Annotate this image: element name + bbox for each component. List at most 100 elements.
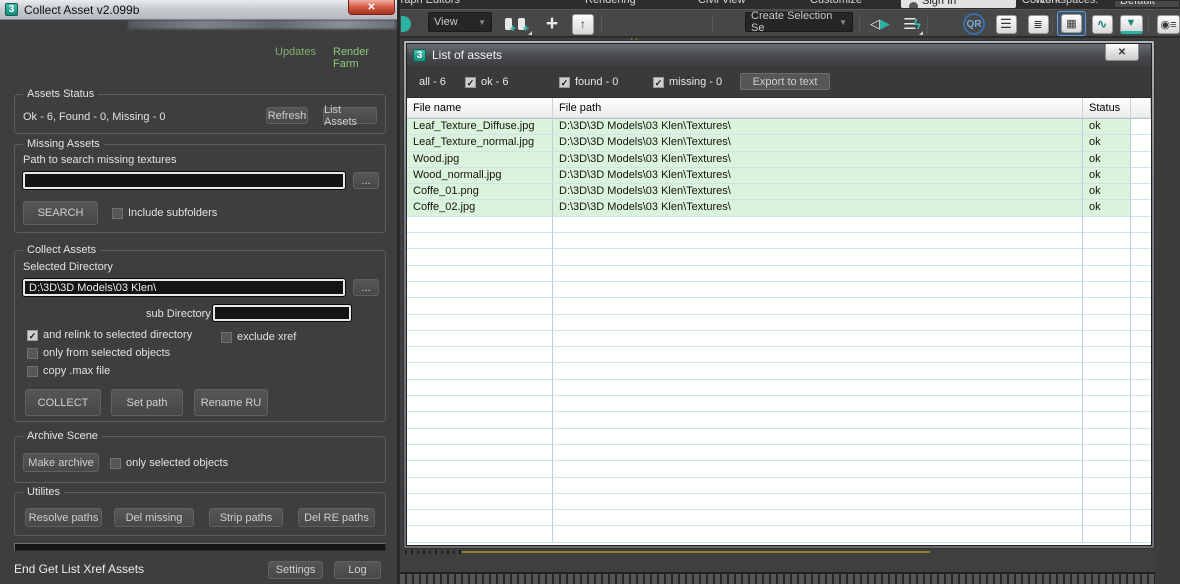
table-row[interactable]: Leaf_Texture_normal.jpg D:\3D\3D Models\0… <box>407 135 1151 152</box>
assets-window-title-bar[interactable]: List of assets ✕ <box>407 44 1151 66</box>
qr-button-icon[interactable]: QR <box>962 12 986 36</box>
toggle-ribbon-icon[interactable]: ▦ <box>1057 11 1086 36</box>
collect-button[interactable]: COLLECT <box>25 389 101 416</box>
relink-checkbox[interactable]: and relink to selected directory <box>27 329 192 341</box>
list-assets-button[interactable]: List Assets <box>323 104 377 128</box>
table-cell <box>1083 510 1131 527</box>
include-subfolders-checkbox[interactable]: Include subfolders <box>112 207 217 219</box>
checkbox-box[interactable] <box>112 207 123 219</box>
table-row[interactable]: Coffe_01.png D:\3D\3D Models\03 Klen\Text… <box>407 184 1151 201</box>
log-button[interactable]: Log <box>334 561 381 579</box>
refresh-button[interactable]: Refresh <box>266 107 308 124</box>
archive-only-selected-checkbox[interactable]: only selected objects <box>110 457 228 469</box>
select-and-manipulate-icon[interactable]: + <box>539 12 565 36</box>
table-cell <box>407 347 553 364</box>
select-object-icon[interactable] <box>400 12 412 36</box>
checkbox-box[interactable] <box>559 76 570 88</box>
keyboard-override-toggle-icon[interactable]: ↑ <box>570 12 596 36</box>
align-icon[interactable]: ☰ ϟ <box>900 12 924 36</box>
material-editor-icon[interactable]: ◉≡ <box>1157 12 1180 36</box>
table-empty-row <box>407 428 1151 445</box>
track-bar-line[interactable] <box>462 551 930 553</box>
checkbox-box[interactable] <box>653 76 664 88</box>
only-selected-objects-checkbox[interactable]: only from selected objects <box>27 347 170 359</box>
make-archive-button[interactable]: Make archive <box>23 453 99 472</box>
table-empty-row <box>407 444 1151 462</box>
3dsmax-icon <box>413 48 426 62</box>
assets-filter-bar: all - 6 ok - 6 found - 0 missing - 0 Exp… <box>407 66 1151 98</box>
toggle-scene-explorer-icon[interactable]: ☰ <box>994 12 1018 36</box>
menu-item-graph-editors[interactable]: Graph Editors <box>400 0 460 6</box>
table-cell <box>553 330 1083 348</box>
table-empty-row <box>407 379 1151 397</box>
timeline-ruler[interactable] <box>400 572 1180 584</box>
schematic-view-icon[interactable]: ▼ <box>1118 12 1144 36</box>
table-empty-row <box>407 493 1151 511</box>
exclude-xref-checkbox[interactable]: exclude xref <box>221 331 296 343</box>
del-re-paths-button[interactable]: Del RE paths <box>298 508 375 527</box>
table-cell <box>553 428 1083 445</box>
checkbox-box[interactable] <box>110 457 121 469</box>
copy-max-file-checkbox[interactable]: copy .max file <box>27 365 110 377</box>
rename-ru-button[interactable]: Rename RU <box>194 389 268 416</box>
table-cell <box>407 233 553 250</box>
filter-ok-checkbox[interactable]: ok - 6 <box>465 76 509 88</box>
checkbox-box[interactable] <box>27 365 38 377</box>
settings-button[interactable]: Settings <box>268 561 323 579</box>
checkbox-box[interactable] <box>221 331 232 343</box>
resolve-paths-button[interactable]: Resolve paths <box>25 508 102 527</box>
browse-directory-button[interactable]: ... <box>353 279 379 296</box>
set-path-button[interactable]: Set path <box>111 389 183 416</box>
render-farm-link[interactable]: Render Farm <box>333 46 397 70</box>
close-button[interactable]: ✕ <box>348 0 395 15</box>
search-path-input[interactable] <box>23 172 345 189</box>
menu-item-civil-view[interactable]: Civil View <box>698 0 745 6</box>
toggle-layer-explorer-icon[interactable]: ≣ <box>1026 12 1050 36</box>
table-cell <box>1083 444 1131 462</box>
column-header-status[interactable]: Status <box>1083 98 1131 118</box>
workspace-dropdown[interactable]: Default <box>1114 0 1180 8</box>
table-row[interactable]: Wood.jpg D:\3D\3D Models\03 Klen\Textures… <box>407 151 1151 168</box>
named-selection-set-dropdown[interactable]: Create Selection Se ▼ <box>745 10 853 34</box>
table-cell <box>553 363 1083 380</box>
curve-editor-icon[interactable]: ∿ <box>1090 12 1114 36</box>
table-cell: Coffe_02.jpg <box>407 200 553 217</box>
checkbox-box[interactable] <box>27 347 38 359</box>
updates-link[interactable]: Updates <box>275 46 316 58</box>
menu-item-rendering[interactable]: Rendering <box>585 0 636 6</box>
sub-directory-input[interactable] <box>213 305 351 321</box>
checkbox-box[interactable] <box>465 76 476 88</box>
collect-asset-dialog: Collect Asset v2.099b ✕ Updates Render F… <box>0 0 400 584</box>
filter-missing-checkbox[interactable]: missing - 0 <box>653 76 722 88</box>
column-header-file-name[interactable]: File name <box>407 98 553 118</box>
browse-missing-button[interactable]: ... <box>353 172 379 189</box>
table-row[interactable]: Wood_normall.jpg D:\3D\3D Models\03 Klen\… <box>407 167 1151 185</box>
sign-in-button[interactable]: Sign In <box>901 0 1016 8</box>
dialog-title-bar[interactable]: Collect Asset v2.099b <box>0 0 397 20</box>
selected-directory-input[interactable]: D:\3D\3D Models\03 Klen\ <box>23 279 345 296</box>
table-empty-row <box>407 412 1151 429</box>
archive-scene-group: Archive Scene Make archive only selected… <box>14 430 386 483</box>
table-cell <box>553 477 1083 494</box>
menu-item-customize[interactable]: Customize <box>810 0 862 6</box>
use-pivot-point-center-icon[interactable]: + + <box>497 12 533 36</box>
table-row[interactable]: Leaf_Texture_Diffuse.jpg D:\3D\3D Models\… <box>407 119 1151 136</box>
table-cell <box>407 363 553 380</box>
filter-found-checkbox[interactable]: found - 0 <box>559 76 618 88</box>
strip-paths-button[interactable]: Strip paths <box>209 508 283 527</box>
table-cell <box>553 461 1083 478</box>
checkbox-box[interactable] <box>27 329 38 341</box>
close-button[interactable]: ✕ <box>1105 44 1139 61</box>
table-empty-row <box>407 461 1151 478</box>
table-cell <box>1131 298 1151 315</box>
column-header-file-path[interactable]: File path <box>553 98 1083 118</box>
reference-coordinate-dropdown[interactable]: View ▼ <box>428 12 492 32</box>
checkbox-label: copy .max file <box>43 365 111 377</box>
search-button[interactable]: SEARCH <box>23 201 98 225</box>
mirror-icon[interactable]: ◁ ▶ <box>866 12 894 36</box>
del-missing-button[interactable]: Del missing <box>114 508 194 527</box>
table-row[interactable]: Coffe_02.jpg D:\3D\3D Models\03 Klen\Text… <box>407 200 1151 217</box>
collect-assets-group: Collect Assets Selected Directory D:\3D\… <box>14 244 386 422</box>
table-cell: Wood.jpg <box>407 151 553 168</box>
export-to-text-button[interactable]: Export to text <box>740 73 830 90</box>
